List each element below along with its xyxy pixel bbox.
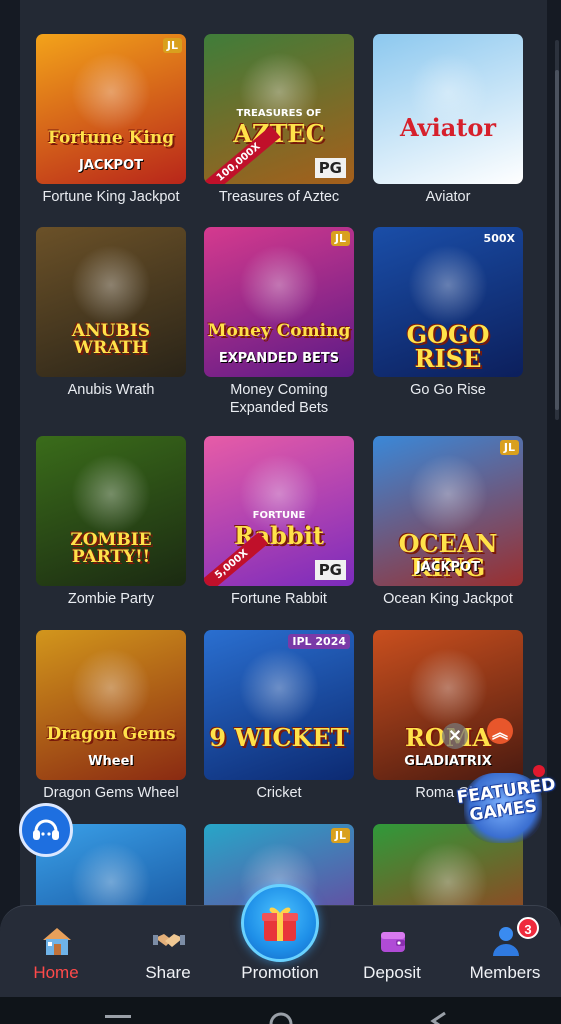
nav-deposit-label: Deposit <box>363 963 421 982</box>
nav-promotion-label: Promotion <box>241 963 319 982</box>
nav-deposit[interactable]: Deposit <box>337 906 447 998</box>
nav-share[interactable]: Share <box>113 906 223 998</box>
game-art <box>408 648 488 728</box>
game-thumbnail[interactable]: ROMAGLADIATRIX <box>373 630 523 780</box>
gift-icon <box>262 907 298 941</box>
game-badge: JL <box>330 231 350 246</box>
game-badge: JL <box>330 828 350 843</box>
game-thumbnail[interactable]: Money Coming EXPANDED BETS JL <box>204 227 354 377</box>
system-nav-icons <box>105 1011 446 1024</box>
nav-home-label: Home <box>33 963 79 982</box>
nav-members[interactable]: Members <box>450 906 560 998</box>
game-art <box>71 52 151 132</box>
game-title-art: ZOMBIE PARTY!! <box>70 530 152 567</box>
close-overlay-button[interactable]: ✕ <box>442 723 468 749</box>
game-tile[interactable]: OCEAN KING JACKPOT JL Ocean King Jackpot <box>373 436 523 608</box>
game-subtitle: JACKPOT <box>79 158 143 173</box>
game-art <box>239 648 319 728</box>
game-badge: 500X <box>483 232 515 245</box>
customer-support-button[interactable] <box>19 803 73 857</box>
game-badge: IPL 2024 <box>288 634 350 649</box>
game-label: Anubis Wrath <box>67 382 155 398</box>
game-thumbnail[interactable]: OCEAN KING JACKPOT JL <box>373 436 523 586</box>
game-badge: JL <box>499 440 519 455</box>
game-title-art: ANUBIS WRATH <box>71 321 151 358</box>
game-title-art: Money Coming <box>207 321 351 341</box>
game-subtitle: FORTUNE <box>252 510 306 521</box>
home-icon <box>43 928 71 955</box>
game-title-art: Rabbit <box>234 521 324 550</box>
game-subtitle: JACKPOT <box>416 560 480 575</box>
game-thumbnail[interactable]: ANUBIS WRATH <box>36 227 186 377</box>
game-label: Fortune Rabbit <box>231 591 327 607</box>
game-label: Money Coming Expanded Bets <box>229 382 329 416</box>
game-art <box>239 245 319 325</box>
game-tile[interactable]: Fortune King JACKPOT JL Fortune King Jackpo… <box>36 34 186 206</box>
game-art <box>408 454 488 534</box>
nav-share-label: Share <box>145 963 191 982</box>
game-title-art: Aviator <box>400 113 496 142</box>
game-title-art: GOGO RISE <box>406 320 490 373</box>
game-subtitle: Wheel <box>88 754 134 769</box>
close-icon: ✕ <box>448 728 462 745</box>
game-tile[interactable]: ZOMBIE PARTY!! Zombie Party <box>36 436 186 608</box>
game-label: Dragon Gems Wheel <box>43 785 179 801</box>
game-subtitle: EXPANDED BETS <box>218 351 340 366</box>
game-thumbnail[interactable]: Fortune King JACKPOT JL <box>36 34 186 184</box>
game-tile[interactable]: FORTUNE Rabbit 5,000X PG Fortune Rabbit <box>204 436 354 608</box>
game-title-art: Dragon Gems <box>46 724 176 744</box>
provider-logo: PG <box>314 560 346 580</box>
game-thumbnail[interactable]: ZOMBIE PARTY!! <box>36 436 186 586</box>
wallet-icon <box>381 932 405 952</box>
game-label: Ocean King Jackpot <box>383 591 513 607</box>
game-label: Fortune King Jackpot <box>42 189 180 205</box>
game-label: Cricket <box>256 785 302 801</box>
game-tile[interactable]: Dragon Gems Wheel Dragon Gems Wheel <box>36 630 186 802</box>
game-tile[interactable]: 9 WICKET IPL 2024 Cricket <box>204 630 354 802</box>
nav-home[interactable]: Home <box>1 906 111 998</box>
screen: Fortune King JACKPOT JL Fortune King Jackpo… <box>0 0 561 1024</box>
game-thumbnail[interactable]: FORTUNE Rabbit 5,000X PG <box>204 436 354 586</box>
game-art <box>408 245 488 325</box>
system-nav-bar <box>0 997 561 1024</box>
game-subtitle: TREASURES OF <box>236 108 322 119</box>
game-thumbnail[interactable]: Aviator <box>373 34 523 184</box>
game-thumbnail[interactable]: TREASURES OF AZTEC 100,000X PG <box>204 34 354 184</box>
game-art <box>71 454 151 534</box>
game-tile[interactable]: Aviator Aviator <box>373 34 523 206</box>
featured-games-button[interactable]: FEATURED GAMES <box>456 765 557 847</box>
game-label: Aviator <box>425 189 471 205</box>
handshake-icon <box>153 934 185 947</box>
headset-icon <box>33 819 59 840</box>
game-art <box>71 648 151 728</box>
game-badge: JL <box>162 38 182 53</box>
scrollbar-thumb[interactable] <box>555 70 559 410</box>
game-thumbnail[interactable]: 9 WICKET IPL 2024 <box>204 630 354 780</box>
game-tile[interactable]: GOGO RISE 500X Go Go Rise <box>373 227 523 399</box>
game-title-art: Fortune King <box>47 128 175 148</box>
game-art <box>71 245 151 325</box>
game-thumbnail[interactable]: Dragon Gems Wheel <box>36 630 186 780</box>
nav-members-label: Members <box>469 963 541 982</box>
provider-logo: PG <box>314 158 346 178</box>
game-thumbnail[interactable]: GOGO RISE 500X <box>373 227 523 377</box>
members-notification-badge: 3 <box>517 917 539 939</box>
game-label: Zombie Party <box>67 591 155 607</box>
scroll-top-button[interactable]: ︽ <box>487 718 513 744</box>
promotion-button[interactable] <box>241 884 319 962</box>
double-chevron-up-icon: ︽ <box>491 725 508 742</box>
game-tile[interactable]: TREASURES OF AZTEC 100,000X PG Treasures of … <box>204 34 354 206</box>
game-label: Go Go Rise <box>410 382 486 398</box>
game-label: Treasures of Aztec <box>218 189 340 205</box>
game-tile[interactable]: ANUBIS WRATH Anubis Wrath <box>36 227 186 399</box>
notification-dot <box>533 765 545 777</box>
game-tile[interactable]: Money Coming EXPANDED BETS JL Money Coming … <box>204 227 354 417</box>
game-title-art: 9 WICKET <box>209 723 349 752</box>
